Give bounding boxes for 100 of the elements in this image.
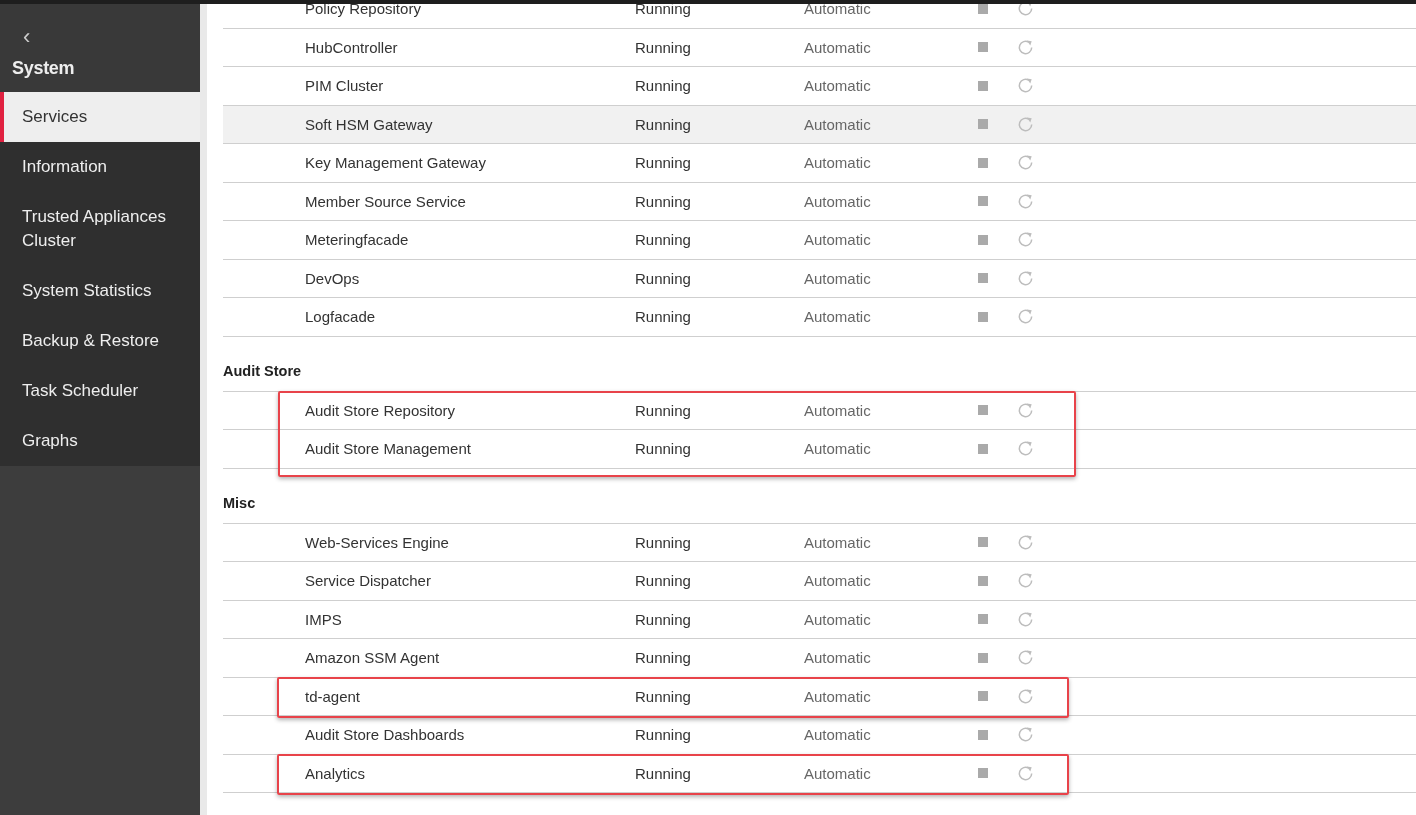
service-name: Policy Repository — [305, 4, 422, 18]
table-row[interactable]: Audit Store Dashboards Running Automatic — [223, 716, 1416, 755]
service-status: Running — [635, 115, 692, 133]
refresh-icon[interactable] — [1016, 609, 1035, 629]
table-row[interactable]: Service Dispatcher Running Automatic — [223, 562, 1416, 601]
startup-type: Automatic — [804, 308, 872, 326]
stop-icon[interactable] — [978, 575, 988, 586]
service-name: PIM Cluster — [305, 77, 385, 95]
sidebar-item[interactable]: Services — [0, 92, 200, 142]
service-status: Running — [635, 38, 692, 56]
startup-type: Automatic — [804, 231, 872, 249]
startup-type: Automatic — [804, 269, 872, 287]
stop-icon[interactable] — [978, 4, 988, 14]
service-name: Logfacade — [305, 308, 377, 326]
stop-icon[interactable] — [978, 729, 988, 740]
stop-icon[interactable] — [978, 273, 988, 284]
back-button[interactable]: ‹ — [12, 26, 37, 48]
group-heading: Misc — [223, 494, 256, 511]
stop-icon[interactable] — [978, 691, 988, 702]
startup-type: Automatic — [804, 440, 872, 458]
table-row[interactable]: DevOps Running Automatic — [223, 259, 1416, 298]
stop-icon[interactable] — [978, 537, 988, 548]
stop-icon[interactable] — [978, 311, 988, 322]
table-row[interactable]: Policy Repository Running Automatic — [223, 4, 1416, 29]
refresh-icon[interactable] — [1016, 763, 1035, 783]
refresh-icon[interactable] — [1016, 114, 1035, 134]
service-name: Meteringfacade — [305, 231, 410, 249]
service-status: Running — [635, 192, 692, 210]
stop-icon[interactable] — [978, 652, 988, 663]
service-status: Running — [635, 231, 692, 249]
group-heading: Audit Store — [223, 362, 302, 379]
sidebar-title: System — [12, 57, 76, 80]
service-name: Analytics — [305, 764, 367, 782]
startup-type: Automatic — [804, 726, 872, 744]
startup-type: Automatic — [804, 687, 872, 705]
table-row[interactable]: Logfacade Running Automatic — [223, 298, 1416, 337]
table-row[interactable]: Member Source Service Running Automatic — [223, 182, 1416, 221]
startup-type: Automatic — [804, 4, 872, 18]
service-status: Running — [635, 610, 692, 628]
service-status: Running — [635, 764, 692, 782]
service-name: IMPS — [305, 610, 343, 628]
stop-icon[interactable] — [978, 405, 988, 416]
table-row[interactable]: Analytics Running Automatic — [223, 754, 1416, 793]
table-row[interactable]: HubController Running Automatic — [223, 28, 1416, 67]
stop-icon[interactable] — [978, 234, 988, 245]
startup-type: Automatic — [804, 154, 872, 172]
stop-icon[interactable] — [978, 768, 988, 779]
service-status: Running — [635, 308, 692, 326]
startup-type: Automatic — [804, 192, 872, 210]
service-status: Running — [635, 77, 692, 95]
stop-icon[interactable] — [978, 119, 988, 130]
startup-type: Automatic — [804, 764, 872, 782]
service-name: HubController — [305, 38, 399, 56]
service-status: Running — [635, 726, 692, 744]
table-row[interactable]: IMPS Running Automatic — [223, 600, 1416, 639]
service-status: Running — [635, 572, 692, 590]
table-row[interactable]: Key Management Gateway Running Automatic — [223, 144, 1416, 183]
service-name: Amazon SSM Agent — [305, 649, 441, 667]
service-name: Service Dispatcher — [305, 572, 432, 590]
refresh-icon[interactable] — [1016, 400, 1035, 420]
service-status: Running — [635, 687, 692, 705]
stop-icon[interactable] — [978, 42, 988, 53]
service-status: Running — [635, 269, 692, 287]
stop-icon[interactable] — [978, 157, 988, 168]
service-name: Key Management Gateway — [305, 154, 487, 172]
table-row[interactable]: Audit Store Management Running Automatic — [223, 430, 1416, 469]
service-name: Soft HSM Gateway — [305, 115, 434, 133]
service-status: Running — [635, 440, 692, 458]
stop-icon[interactable] — [978, 443, 988, 454]
service-status: Running — [635, 533, 692, 551]
service-status: Running — [635, 649, 692, 667]
stop-icon[interactable] — [978, 614, 988, 625]
refresh-icon[interactable] — [1016, 268, 1035, 288]
service-status: Running — [635, 401, 692, 419]
table-row[interactable]: PIM Cluster Running Automatic — [223, 67, 1416, 106]
service-status: Running — [635, 154, 692, 172]
startup-type: Automatic — [804, 649, 872, 667]
stop-icon[interactable] — [978, 196, 988, 207]
table-row[interactable]: Web-Services Engine Running Automatic — [223, 523, 1416, 562]
service-name: td-agent — [305, 687, 362, 705]
service-name: Member Source Service — [305, 192, 467, 210]
table-row[interactable]: Audit Store Repository Running Automatic — [223, 391, 1416, 430]
table-row[interactable]: td-agent Running Automatic — [223, 677, 1416, 716]
refresh-icon[interactable] — [1016, 532, 1035, 552]
table-row[interactable]: Amazon SSM Agent Running Automatic — [223, 639, 1416, 678]
table-row[interactable]: Meteringfacade Running Automatic — [223, 221, 1416, 260]
service-name: Audit Store Dashboards — [305, 726, 466, 744]
startup-type: Automatic — [804, 572, 872, 590]
service-name: Audit Store Repository — [305, 401, 457, 419]
startup-type: Automatic — [804, 115, 872, 133]
startup-type: Automatic — [804, 533, 872, 551]
service-name: DevOps — [305, 269, 361, 287]
refresh-icon[interactable] — [1016, 37, 1035, 57]
refresh-icon[interactable] — [1016, 191, 1035, 211]
stop-icon[interactable] — [978, 80, 988, 91]
table-row[interactable]: Soft HSM Gateway Running Automatic — [223, 105, 1416, 144]
service-name: Audit Store Management — [305, 440, 472, 458]
startup-type: Automatic — [804, 77, 872, 95]
startup-type: Automatic — [804, 38, 872, 56]
refresh-icon[interactable] — [1016, 686, 1035, 706]
